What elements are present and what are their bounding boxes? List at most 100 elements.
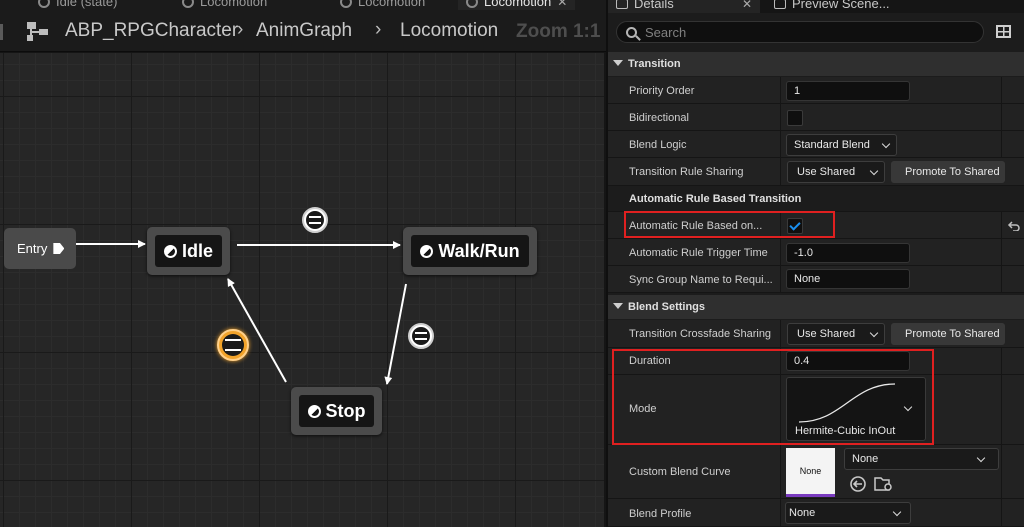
row-sync-group: Sync Group Name to Requi... None [608, 266, 1024, 293]
bidirectional-checkbox[interactable] [787, 110, 803, 126]
property-label: Custom Blend Curve [629, 466, 731, 478]
details-tab-strip: Details ✕ Preview Scene... [608, 0, 1024, 13]
scene-icon [774, 0, 786, 9]
row-crossfade-sharing: Transition Crossfade Sharing Use Shared … [608, 320, 1024, 348]
chevron-down-icon [869, 328, 879, 338]
state-machine-graph[interactable]: Entry Idle Walk/Run Stop [0, 53, 604, 527]
row-duration: Duration 0.4 [608, 348, 1024, 375]
promote-to-shared-button[interactable]: Promote To Shared [891, 161, 1005, 183]
entry-label: Entry [17, 241, 48, 256]
automatic-rule-checkbox[interactable] [787, 218, 803, 234]
tab-locomotion-2[interactable]: Locomotion [340, 0, 425, 10]
state-node-idle[interactable]: Idle [147, 227, 230, 275]
chevron-down-icon [869, 166, 879, 176]
tab-label: Idle (state) [56, 0, 118, 9]
selected-transition-icon[interactable] [217, 329, 249, 361]
breadcrumb: ABP_RPGCharacter › AnimGraph › Locomotio… [0, 10, 606, 52]
panel-edge [0, 24, 3, 40]
transition-icon[interactable] [302, 207, 328, 233]
sync-group-input[interactable]: None [786, 269, 910, 289]
property-label: Automatic Rule Based on... [629, 220, 763, 232]
dropdown-value: Use Shared [797, 166, 856, 178]
search-box[interactable] [616, 21, 984, 43]
tab-details[interactable]: Details ✕ [608, 0, 760, 13]
chevron-down-icon [892, 507, 902, 517]
breadcrumb-separator-icon: › [375, 19, 382, 40]
tab-locomotion-active[interactable]: Locomotion ✕ [458, 0, 576, 10]
section-title: Blend Settings [628, 301, 706, 313]
state-node-walk-run[interactable]: Walk/Run [403, 227, 537, 275]
property-matrix-icon[interactable] [996, 25, 1011, 38]
state-icon [307, 404, 321, 418]
tab-label: Locomotion [200, 0, 268, 9]
row-bidirectional: Bidirectional [608, 104, 1024, 131]
close-icon[interactable]: ✕ [557, 0, 567, 9]
property-label: Automatic Rule Trigger Time [629, 247, 768, 259]
property-label: Priority Order [629, 85, 695, 97]
state-icon [38, 0, 50, 8]
transition-icon[interactable] [408, 323, 434, 349]
close-icon[interactable]: ✕ [742, 0, 752, 11]
blend-mode-value: Hermite-Cubic InOut [795, 425, 896, 437]
dropdown-value: None [852, 453, 879, 465]
property-label: Transition Crossfade Sharing [629, 328, 772, 340]
use-selected-asset-icon[interactable] [849, 475, 867, 493]
section-transition[interactable]: Transition [608, 52, 1024, 76]
breadcrumb-graph[interactable]: AnimGraph [256, 20, 352, 42]
search-input[interactable] [645, 24, 965, 40]
chevron-down-icon [881, 139, 891, 149]
property-label: Sync Group Name to Requi... [629, 274, 773, 286]
transition-wires [76, 240, 407, 385]
details-panel: Details ✕ Preview Scene... Transition Pr… [606, 0, 1024, 527]
chevron-down-icon [976, 453, 986, 463]
trigger-time-input[interactable]: -1.0 [786, 243, 910, 263]
section-title: Transition [628, 58, 681, 70]
row-automatic-rule: Automatic Rule Based on... [608, 212, 1024, 239]
dropdown-value: Standard Blend [794, 139, 870, 151]
state-label: Walk/Run [438, 240, 520, 261]
tab-locomotion-1[interactable]: Locomotion [182, 0, 267, 10]
property-label: Bidirectional [629, 112, 689, 124]
property-label: Blend Logic [629, 139, 687, 151]
tab-label: Locomotion [484, 0, 552, 9]
blend-profile-dropdown[interactable]: None [785, 502, 911, 524]
custom-curve-thumbnail[interactable]: None [786, 448, 835, 497]
state-icon [420, 244, 434, 258]
duration-input[interactable]: 0.4 [786, 351, 910, 371]
chevron-down-icon [903, 402, 913, 412]
promote-to-shared-button[interactable]: Promote To Shared [891, 323, 1005, 345]
breadcrumb-state-machine[interactable]: Locomotion [400, 20, 498, 42]
row-priority-order: Priority Order 1 [608, 77, 1024, 104]
zoom-level: Zoom 1:1 [516, 21, 601, 42]
state-icon [163, 244, 177, 258]
property-label: Blend Profile [629, 508, 692, 520]
property-label: Duration [629, 355, 671, 367]
crossfade-sharing-dropdown[interactable]: Use Shared [787, 323, 885, 345]
state-node-stop[interactable]: Stop [291, 387, 382, 435]
tab-idle-state[interactable]: Idle (state) [38, 0, 117, 10]
tab-label: Locomotion [358, 0, 426, 9]
entry-node[interactable]: Entry [4, 228, 76, 269]
ease-curve-icon [798, 383, 896, 423]
collapse-arrow-icon[interactable] [613, 60, 623, 66]
walkrun-to-stop-wire [384, 283, 407, 385]
blend-mode-selector[interactable]: Hermite-Cubic InOut [786, 377, 926, 441]
section-blend-settings[interactable]: Blend Settings [608, 295, 1024, 319]
custom-curve-dropdown[interactable]: None [844, 448, 999, 470]
blend-logic-dropdown[interactable]: Standard Blend [786, 134, 897, 156]
search-icon [626, 26, 637, 38]
breadcrumb-asset[interactable]: ABP_RPGCharacter [65, 20, 238, 42]
row-transition-rule-sharing: Transition Rule Sharing Use Shared Promo… [608, 158, 1024, 186]
hierarchy-icon[interactable] [26, 21, 50, 43]
tab-preview-scene[interactable]: Preview Scene... [766, 0, 898, 13]
tab-label: Details [634, 0, 674, 11]
output-pin-icon[interactable] [53, 243, 65, 254]
state-label: Stop [325, 400, 366, 421]
state-label: Idle [181, 240, 213, 261]
priority-order-input[interactable]: 1 [786, 81, 910, 101]
collapse-arrow-icon[interactable] [613, 303, 623, 309]
reset-to-default-icon[interactable] [1007, 221, 1021, 231]
subsection-title: Automatic Rule Based Transition [629, 193, 802, 205]
browse-asset-icon[interactable] [874, 475, 894, 493]
rule-sharing-dropdown[interactable]: Use Shared [787, 161, 885, 183]
